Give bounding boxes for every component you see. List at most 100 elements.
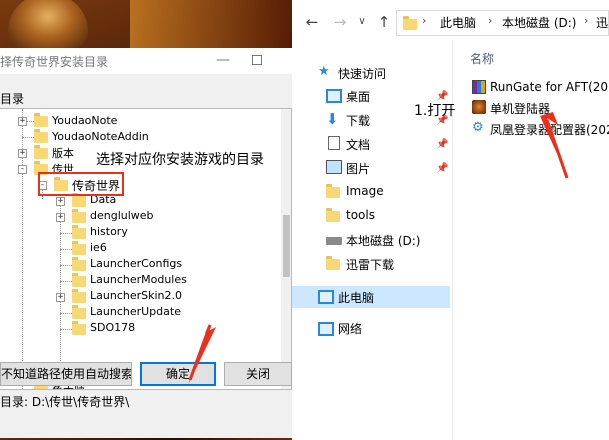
folder-icon [34,113,48,127]
game-artwork-banner [130,0,290,48]
tree-guide-line [60,197,61,369]
directory-label: 目录 [0,92,25,106]
pin-icon[interactable]: 📌 [436,140,448,150]
tree-node-label[interactable]: LauncherConfigs [90,257,182,270]
tree-branch [60,313,72,314]
dialog-title: 择传奇世界安装目录 [0,55,109,69]
computer-icon [318,290,334,304]
up-icon[interactable]: ↑ [376,14,392,30]
file-rungate[interactable]: RunGate for AFT(201 [490,80,609,94]
tree-node-label[interactable]: LauncherModules [90,273,187,286]
expand-toggle[interactable]: + [18,149,27,158]
game-artwork [8,0,88,50]
tree-scrollbar[interactable] [281,109,291,389]
folder-icon [326,184,340,198]
folder-icon [72,305,86,319]
nav-image-folder[interactable]: Image [346,184,384,198]
file-explorer-window: ← → ∨ ↑ › 此电脑 › 本地磁盘 (D:) › 迅 名称 ★ 快速访问 … [292,0,609,440]
nav-tools-folder[interactable]: tools [346,208,375,222]
tree-branch [60,233,72,234]
breadcrumb-separator-icon: › [584,14,589,27]
folder-icon [34,129,48,143]
breadcrumb-separator-icon: › [422,14,427,27]
nav-pictures[interactable]: 图片 [346,160,370,177]
document-icon [328,136,340,150]
tree-node-label[interactable]: SDO178 [90,321,135,334]
expand-toggle[interactable]: + [18,117,27,126]
tree-node-label[interactable]: YoudaoNote [52,114,117,127]
folder-icon [34,145,48,159]
folder-icon [72,241,86,255]
tree-branch [22,137,34,138]
tree-node-label[interactable]: ie6 [90,241,107,254]
download-icon: ⬇ [326,110,339,128]
expand-toggle[interactable]: + [56,197,65,206]
collapse-toggle[interactable]: - [18,165,27,174]
nav-xunlei-downloads[interactable]: 迅雷下载 [346,256,394,273]
gear-icon: ⚙ [472,120,484,135]
folder-icon [326,256,340,270]
instruction-annotation: 选择对应你安装游戏的目录 [96,152,264,168]
game-installer-window: 择传奇世界安装目录 — 目录 + YoudaoNote YoudaoNoteAd… [0,0,292,440]
star-icon: ★ [318,64,330,79]
file-standalone-launcher[interactable]: 单机登陆器 [490,100,550,117]
nav-documents[interactable]: 文档 [346,136,370,153]
folder-icon [72,225,86,239]
breadcrumb-current-folder[interactable]: 迅 [596,14,608,31]
back-icon[interactable]: ← [304,14,320,30]
address-toolbar: ← → ∨ ↑ › 此电脑 › 本地磁盘 (D:) › 迅 [292,0,609,46]
tree-node-label[interactable]: history [90,225,128,238]
picture-icon [326,160,342,174]
tree-branch [60,249,72,250]
tree-branch [60,265,72,266]
nav-drive-d[interactable]: 本地磁盘 (D:) [346,232,420,249]
nav-downloads[interactable]: 下载 [346,112,370,129]
highlight-annotation [38,172,124,196]
auto-search-button[interactable]: 不知道路径使用自动搜索 [0,362,132,386]
scrollbar-thumb[interactable] [283,215,290,277]
breadcrumb-separator-icon: › [488,14,493,27]
tree-node-label[interactable]: denglulweb [90,209,154,222]
folder-icon [326,208,340,222]
folder-icon [72,193,86,207]
folder-icon [72,257,86,271]
nav-desktop[interactable]: 桌面 [346,88,370,105]
nav-quick-access[interactable]: 快速访问 [338,65,386,82]
expand-toggle[interactable]: + [56,293,65,302]
folder-icon [72,289,86,303]
confirm-button[interactable]: 确定 [140,362,216,386]
tree-branch [60,329,72,330]
folder-icon [72,321,86,335]
breadcrumb-this-pc[interactable]: 此电脑 [440,14,476,31]
dialog-title-bar: 择传奇世界安装目录 — [0,48,292,74]
expand-toggle[interactable]: + [56,213,65,222]
desktop-icon [326,89,342,103]
nav-this-pc[interactable]: 此电脑 [338,289,374,306]
minimize-button[interactable]: — [215,52,231,68]
nav-network[interactable]: 网络 [338,320,362,337]
tree-node-label[interactable]: 版本 [52,145,74,161]
forward-icon[interactable]: → [332,14,348,30]
network-icon [318,322,334,336]
folder-icon [34,383,48,389]
archive-icon [472,80,486,94]
file-phoenix-config[interactable]: 凤凰登录器配置器(202 [490,121,609,138]
folder-icon [72,273,86,287]
recent-dropdown-icon[interactable]: ∨ [354,14,370,30]
folder-icon [72,209,86,223]
breadcrumb-drive-d[interactable]: 本地磁盘 (D:) [502,14,576,31]
game-icon [472,100,486,114]
pin-icon[interactable]: 📌 [436,164,448,174]
select-directory-dialog: 择传奇世界安装目录 — 目录 + YoudaoNote YoudaoNoteAd… [0,48,292,438]
tree-node-label[interactable]: LauncherSkin2.0 [90,289,182,302]
close-button[interactable]: 关闭 [224,362,292,386]
current-path: 目录: D:\传世\传奇世界\ [0,393,134,410]
folder-icon [403,16,417,30]
tree-node-label[interactable]: YoudaoNoteAddin [52,130,149,143]
maximize-button[interactable] [252,55,262,65]
column-header-name[interactable]: 名称 [470,50,494,67]
step-annotation: 1.打开 [414,103,456,119]
drive-icon [326,237,342,245]
tree-node-label[interactable]: LauncherUpdate [90,305,181,318]
tree-branch [60,281,72,282]
